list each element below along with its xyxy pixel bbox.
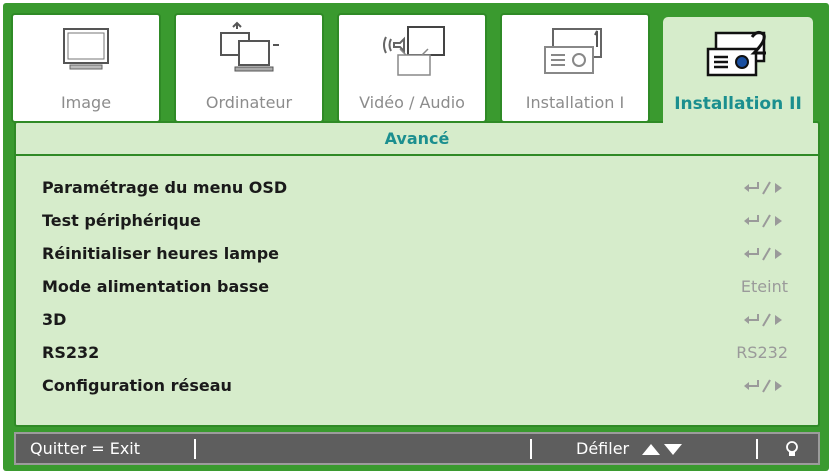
menu-item-label: Test périphérique [42,211,201,230]
computer-icon [176,19,322,91]
menu-item-low-power-mode[interactable]: Mode alimentation basse Eteint [16,270,818,303]
lamp-icon [786,441,798,456]
menu-item-3d[interactable]: 3D [16,303,818,336]
tab-label: Installation I [525,93,625,112]
menu-item-label: Paramétrage du menu OSD [42,178,288,197]
separator [756,439,758,459]
menu-item-value: RS232 [736,343,788,362]
menu-item-device-test[interactable]: Test périphérique [16,204,818,237]
tab-label: Installation II [674,94,802,114]
scroll-hint: Défiler [576,439,630,458]
separator [530,439,532,459]
menu-item-network-config[interactable]: Configuration réseau [16,369,818,402]
menu-item-label: 3D [42,310,67,329]
exit-hint: Quitter = Exit [30,439,141,458]
tv-speaker-icon [339,19,485,91]
enter-arrow-icon [744,313,782,327]
menu-item-label: Configuration réseau [42,376,232,395]
help-bar: Quitter = Exit Défiler [14,432,820,465]
menu-item-reset-lamp-hours[interactable]: Réinitialiser heures lampe [16,237,818,270]
tab-installation-1[interactable]: Installation I [500,13,650,123]
separator [194,439,196,459]
tab-label: Image [60,93,112,112]
tab-label: Ordinateur [205,93,293,112]
menu-item-osd-settings[interactable]: Paramétrage du menu OSD [16,171,818,204]
monitor-icon [13,19,159,91]
projector-2-icon [665,23,811,95]
menu-item-rs232[interactable]: RS232 RS232 [16,336,818,369]
tab-video-audio[interactable]: Vidéo / Audio [337,13,487,123]
tab-ordinateur[interactable]: Ordinateur [174,13,324,123]
enter-arrow-icon [744,379,782,393]
enter-arrow-icon [744,247,782,261]
menu-item-label: Réinitialiser heures lampe [42,244,279,263]
tab-image[interactable]: Image [11,13,161,123]
enter-arrow-icon [744,214,782,228]
projector-1-icon [502,19,648,91]
menu-item-value: Eteint [740,277,788,296]
tab-label: Vidéo / Audio [359,93,465,112]
settings-panel: Avancé Paramétrage du menu OSD Test péri… [14,121,820,427]
tab-installation-2[interactable]: Installation II [663,17,813,128]
menu-item-label: Mode alimentation basse [42,277,270,296]
osd-menu: Image Ordinateur Vidéo / Audio Installat… [3,3,829,471]
up-down-triangles-icon [642,444,682,455]
enter-arrow-icon [744,181,782,195]
menu-item-label: RS232 [42,343,100,362]
